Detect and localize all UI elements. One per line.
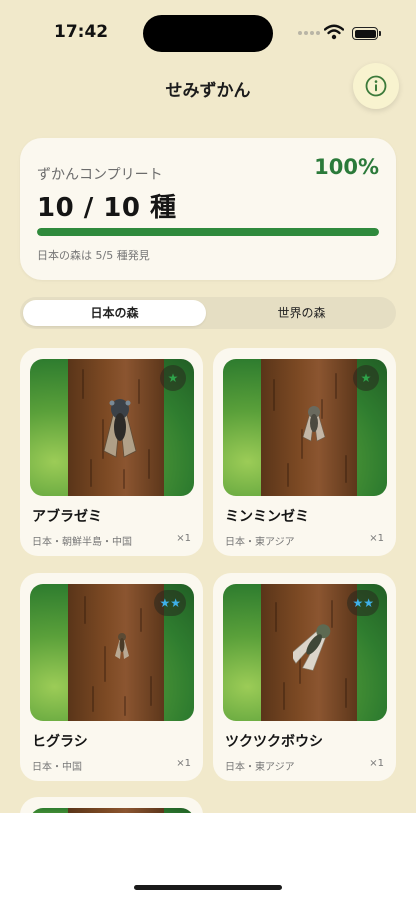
species-name: ミンミンゼミ [225,509,309,525]
home-indicator[interactable] [134,885,282,890]
cicada-photo: ★ [30,359,194,496]
completion-card: ずかんコンプリート 100% 10 / 10 種 日本の森は 5/5 種発見 [20,138,396,280]
cicada-icon [103,399,137,458]
info-circle-icon [365,75,387,97]
species-count-badge: ×1 [369,533,384,544]
battery-icon [352,27,381,40]
species-count-badge: ×1 [176,758,191,769]
forest-segmented-control: 日本の森 世界の森 [20,297,396,329]
completion-percent: 100% [314,155,379,179]
completion-progress-bar [37,228,379,236]
rarity-badge: ★ [160,365,186,391]
species-card-higurashi[interactable]: ★★ ヒグラシ 日本・中国 ×1 [20,573,203,781]
dynamic-island [143,15,273,52]
species-region: 日本・東アジア [225,537,295,548]
species-card-partial[interactable] [20,797,203,813]
cicada-photo: ★ [223,359,387,496]
cicada-icon [302,406,326,442]
species-card-tsukutsukuboushi[interactable]: ★★ ツクツクボウシ 日本・東アジア ×1 [213,573,396,781]
completion-progress-fill [37,228,379,236]
species-count: 10 / 10 種 [37,193,177,223]
species-name: ヒグラシ [32,734,88,750]
rarity-badge: ★★ [347,590,379,616]
app-background: 17:42 せみずかん ずかんコンプリート 100% 10 / 10 種 日本の… [0,0,416,813]
species-card-aburazemi[interactable]: ★ アブラゼミ 日本・朝鮮半島・中国 ×1 [20,348,203,556]
cicada-icon [293,624,331,671]
rarity-badge: ★★ [154,590,186,616]
species-region: 日本・中国 [32,762,82,773]
species-name: ツクツクボウシ [225,734,323,750]
status-time: 17:42 [54,22,109,42]
cicada-photo: ★★ [30,584,194,721]
species-region: 日本・東アジア [225,762,295,773]
wifi-icon [324,24,344,40]
species-region: 日本・朝鮮半島・中国 [32,537,132,548]
species-card-minminzemi[interactable]: ★ ミンミンゼミ 日本・東アジア ×1 [213,348,396,556]
rarity-badge: ★ [353,365,379,391]
species-count-badge: ×1 [369,758,384,769]
info-button[interactable] [353,63,399,109]
completion-heading: ずかんコンプリート [37,167,163,183]
species-count-badge: ×1 [176,533,191,544]
forest-discovery-status: 日本の森は 5/5 種発見 [37,249,150,262]
tab-world-forest[interactable]: 世界の森 [210,300,393,326]
tab-japan-forest[interactable]: 日本の森 [23,300,206,326]
species-name: アブラゼミ [32,509,102,525]
cicada-icon [115,633,129,659]
cicada-photo: ★★ [223,584,387,721]
